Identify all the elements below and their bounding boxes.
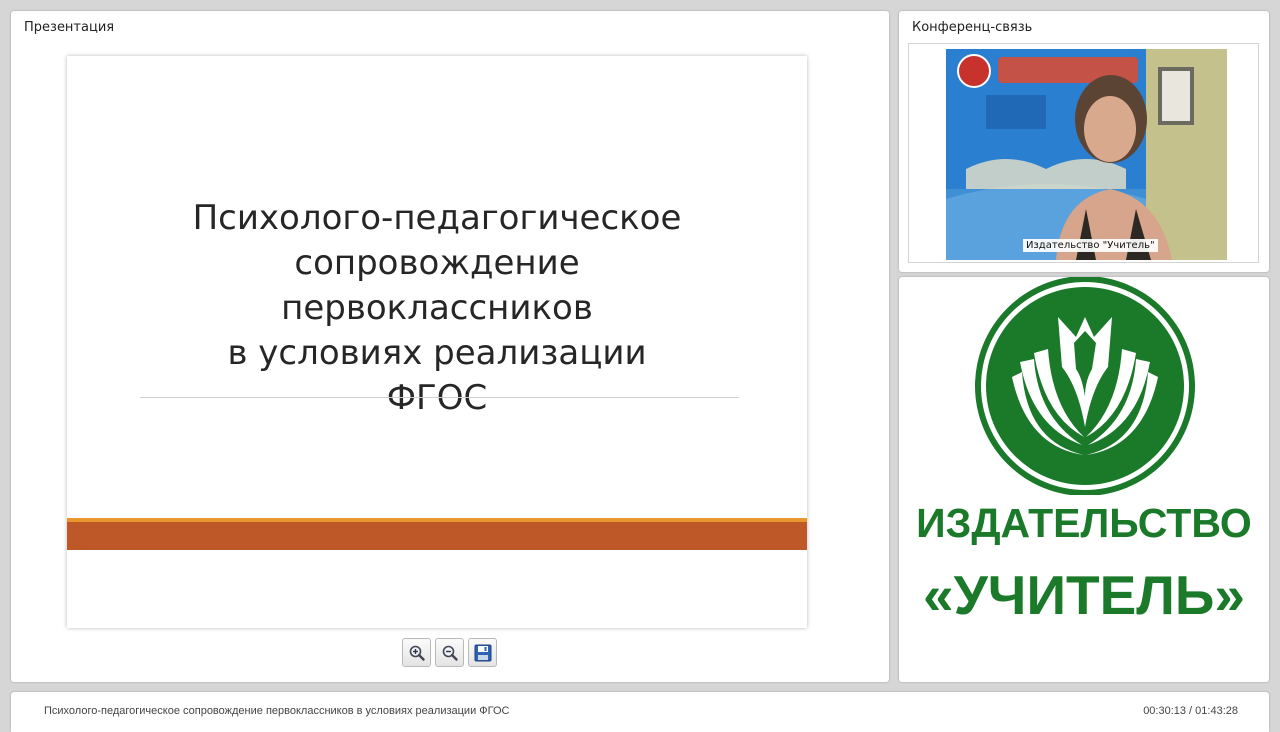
zoom-in-icon	[409, 645, 425, 661]
slide-title-line: в условиях реализации	[227, 333, 647, 373]
publisher-emblem-icon	[975, 277, 1195, 495]
video-frame: Издательство "Учитель"	[908, 43, 1259, 263]
publisher-logo-name: «УЧИТЕЛЬ»	[923, 564, 1245, 626]
slide-title-line: первоклассников	[281, 288, 593, 328]
video-stream[interactable]: Издательство "Учитель"	[946, 49, 1227, 260]
slide: Психолого-педагогическое сопровождение п…	[67, 56, 807, 628]
slide-title-line: сопровождение	[294, 243, 580, 283]
playback-bar: Психолого-педагогическое сопровождение п…	[11, 692, 1269, 732]
slide-divider	[140, 397, 739, 398]
zoom-out-icon	[442, 645, 458, 661]
publisher-logo-text: ИЗДАТЕЛЬСТВО	[916, 500, 1252, 546]
zoom-in-button[interactable]	[402, 638, 431, 667]
save-button[interactable]	[468, 638, 497, 667]
conference-panel: Конференц-связь Издательство "Учитель"	[899, 11, 1269, 272]
video-caption: Издательство "Учитель"	[1023, 239, 1158, 252]
slide-title-line: ФГОС	[386, 378, 488, 418]
zoom-out-button[interactable]	[435, 638, 464, 667]
presentation-panel-title: Презентация	[24, 20, 115, 35]
playback-time: 00:30:13 / 01:43:28	[1143, 705, 1238, 717]
slide-stripe	[67, 522, 807, 550]
save-icon	[474, 644, 491, 661]
publisher-logo-panel: ИЗДАТЕЛЬСТВО «УЧИТЕЛЬ»	[899, 277, 1269, 682]
slide-title: Психолого-педагогическое сопровождение п…	[107, 196, 767, 421]
presentation-panel: Презентация Психолого-педагогическое соп…	[11, 11, 889, 682]
webinar-title: Психолого-педагогическое сопровождение п…	[44, 705, 510, 717]
conference-panel-title: Конференц-связь	[912, 20, 1033, 35]
video-scene	[946, 49, 1227, 260]
slide-title-line: Психолого-педагогическое	[192, 198, 682, 238]
